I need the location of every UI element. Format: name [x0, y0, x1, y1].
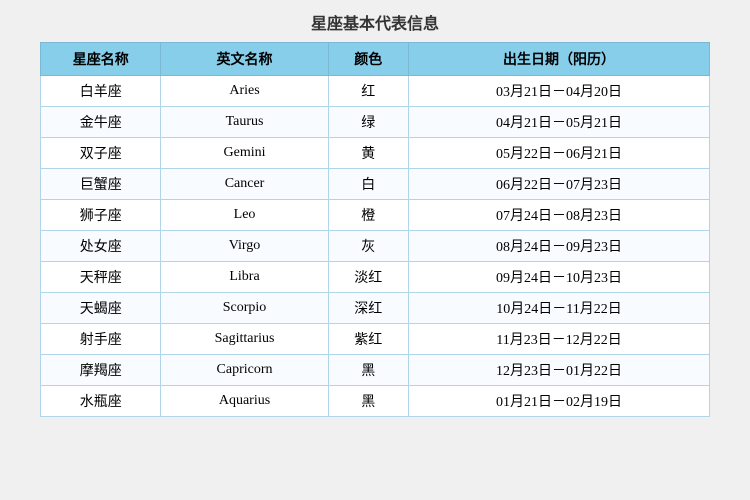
cell-chinese: 摩羯座 [41, 355, 161, 386]
cell-english: Cancer [161, 169, 328, 200]
cell-chinese: 双子座 [41, 138, 161, 169]
table-row: 处女座Virgo灰08月24日－09月23日 [41, 231, 710, 262]
header-date: 出生日期（阳历） [408, 43, 709, 76]
cell-chinese: 处女座 [41, 231, 161, 262]
cell-english: Virgo [161, 231, 328, 262]
cell-color: 红 [328, 76, 408, 107]
cell-color: 绿 [328, 107, 408, 138]
cell-english: Aries [161, 76, 328, 107]
table-row: 白羊座Aries红03月21日－04月20日 [41, 76, 710, 107]
table-row: 射手座Sagittarius紫红11月23日－12月22日 [41, 324, 710, 355]
table-row: 双子座Gemini黄05月22日－06月21日 [41, 138, 710, 169]
cell-date: 11月23日－12月22日 [408, 324, 709, 355]
cell-english: Gemini [161, 138, 328, 169]
page-title: 星座基本代表信息 [40, 10, 710, 34]
cell-date: 03月21日－04月20日 [408, 76, 709, 107]
zodiac-table: 星座名称 英文名称 颜色 出生日期（阳历） 白羊座Aries红03月21日－04… [40, 42, 710, 417]
header-english: 英文名称 [161, 43, 328, 76]
table-row: 天秤座Libra淡红09月24日－10月23日 [41, 262, 710, 293]
table-row: 水瓶座Aquarius黑01月21日－02月19日 [41, 386, 710, 417]
cell-color: 橙 [328, 200, 408, 231]
cell-english: Scorpio [161, 293, 328, 324]
table-row: 天蝎座Scorpio深红10月24日－11月22日 [41, 293, 710, 324]
cell-date: 06月22日－07月23日 [408, 169, 709, 200]
cell-color: 深红 [328, 293, 408, 324]
cell-color: 黑 [328, 355, 408, 386]
cell-english: Leo [161, 200, 328, 231]
cell-english: Libra [161, 262, 328, 293]
cell-chinese: 天蝎座 [41, 293, 161, 324]
cell-color: 黑 [328, 386, 408, 417]
table-row: 摩羯座Capricorn黑12月23日－01月22日 [41, 355, 710, 386]
page-container: 星座基本代表信息 星座名称 英文名称 颜色 出生日期（阳历） 白羊座Aries红… [40, 10, 710, 417]
cell-chinese: 射手座 [41, 324, 161, 355]
cell-color: 紫红 [328, 324, 408, 355]
cell-date: 12月23日－01月22日 [408, 355, 709, 386]
table-row: 巨蟹座Cancer白06月22日－07月23日 [41, 169, 710, 200]
cell-date: 04月21日－05月21日 [408, 107, 709, 138]
cell-date: 01月21日－02月19日 [408, 386, 709, 417]
cell-english: Taurus [161, 107, 328, 138]
header-chinese: 星座名称 [41, 43, 161, 76]
cell-date: 07月24日－08月23日 [408, 200, 709, 231]
cell-date: 10月24日－11月22日 [408, 293, 709, 324]
header-color: 颜色 [328, 43, 408, 76]
cell-english: Capricorn [161, 355, 328, 386]
cell-chinese: 白羊座 [41, 76, 161, 107]
table-header-row: 星座名称 英文名称 颜色 出生日期（阳历） [41, 43, 710, 76]
cell-chinese: 天秤座 [41, 262, 161, 293]
table-row: 金牛座Taurus绿04月21日－05月21日 [41, 107, 710, 138]
cell-date: 08月24日－09月23日 [408, 231, 709, 262]
cell-color: 淡红 [328, 262, 408, 293]
table-row: 狮子座Leo橙07月24日－08月23日 [41, 200, 710, 231]
cell-color: 白 [328, 169, 408, 200]
cell-color: 灰 [328, 231, 408, 262]
cell-date: 05月22日－06月21日 [408, 138, 709, 169]
cell-chinese: 金牛座 [41, 107, 161, 138]
cell-chinese: 狮子座 [41, 200, 161, 231]
cell-date: 09月24日－10月23日 [408, 262, 709, 293]
cell-color: 黄 [328, 138, 408, 169]
cell-english: Aquarius [161, 386, 328, 417]
cell-chinese: 水瓶座 [41, 386, 161, 417]
cell-english: Sagittarius [161, 324, 328, 355]
cell-chinese: 巨蟹座 [41, 169, 161, 200]
